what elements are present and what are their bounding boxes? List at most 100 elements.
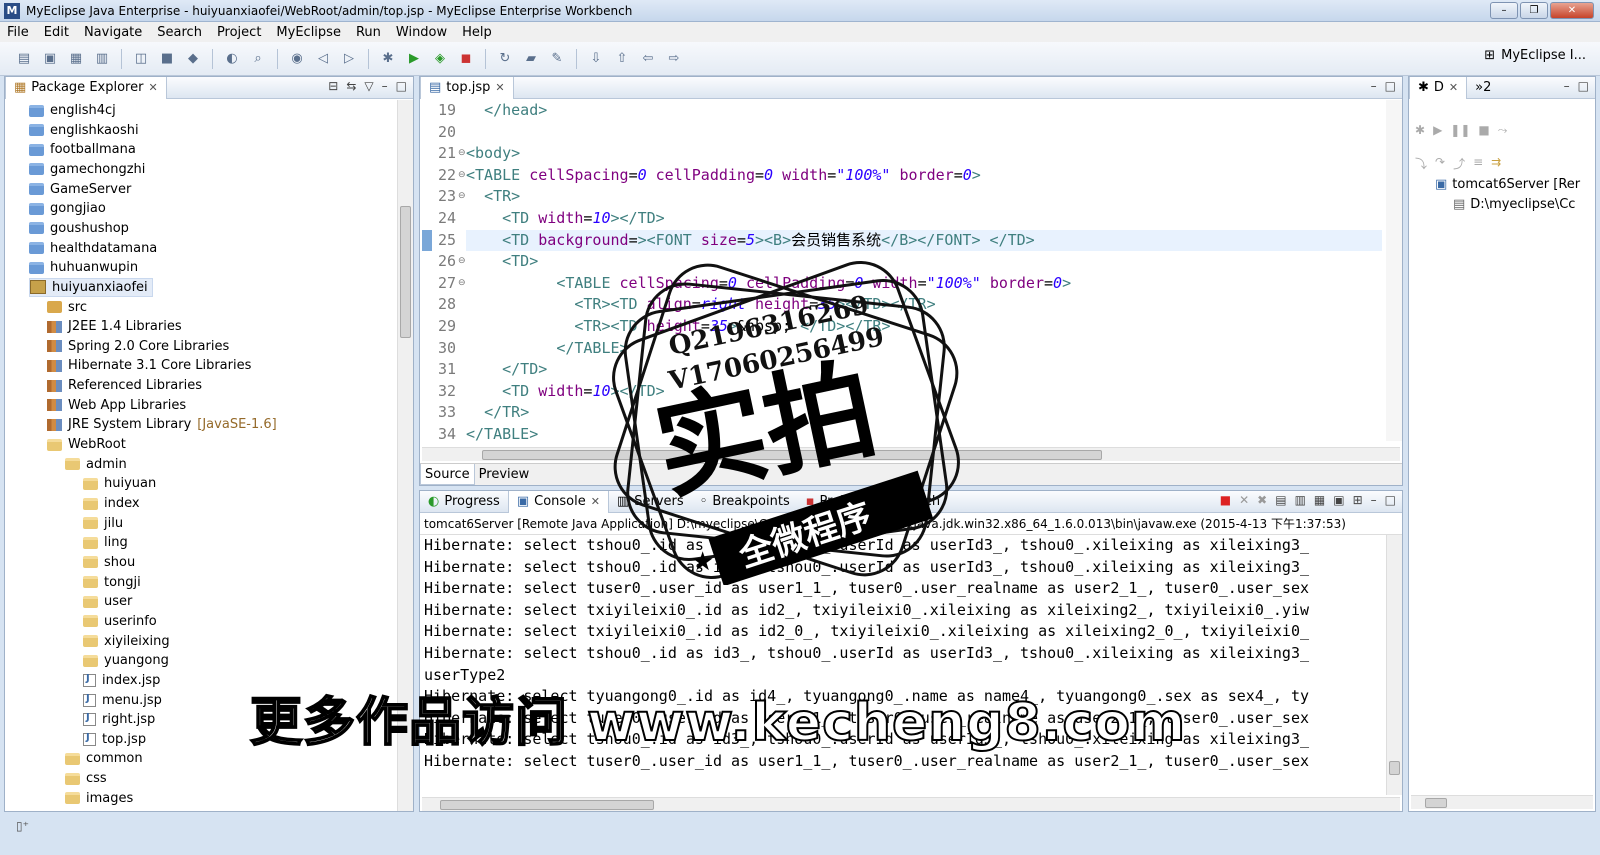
menu-run[interactable]: Run <box>349 25 389 40</box>
step-filters-icon[interactable]: ⇉ <box>1491 155 1501 172</box>
forward-icon[interactable]: ⇨ <box>664 50 684 68</box>
tree-item[interactable]: Hibernate 3.1 Core Libraries <box>47 356 251 375</box>
code-line[interactable]: <TABLE cellSpacing=0 cellPadding=0 width… <box>466 273 1382 294</box>
code-editor[interactable]: 19 20 21 ⊖ 22 ⊖ 23 ⊖ 24 25 26 ⊖ 27 ⊖ 28 29 30 31 32 33 34 </… <box>420 100 1402 441</box>
clear-console-icon[interactable]: ▤ <box>1275 493 1286 507</box>
tree-item[interactable]: shou <box>83 553 135 572</box>
minimize-view-icon[interactable]: – <box>1371 79 1377 93</box>
tree-item[interactable]: index.jsp <box>83 671 160 690</box>
tree-item[interactable]: JRE System Library [JavaSE-1.6] <box>47 415 277 434</box>
resume-icon[interactable]: ▶ <box>1433 123 1442 138</box>
menu-myeclipse[interactable]: MyEclipse <box>269 25 349 40</box>
minimize-view-icon[interactable]: – <box>382 79 388 93</box>
code-line[interactable]: </TD> <box>466 359 1382 380</box>
tree-item[interactable]: ling <box>83 533 128 552</box>
remove-terminated-icon[interactable]: ✱ <box>1415 123 1425 138</box>
deploy-icon[interactable]: ■ <box>157 50 177 68</box>
maximize-view-icon[interactable]: □ <box>1385 493 1396 507</box>
open-console-icon[interactable]: ⊞ <box>1353 493 1363 507</box>
close-icon[interactable]: ✕ <box>148 81 157 94</box>
tree-item[interactable]: huhuanwupin <box>29 258 138 277</box>
close-button[interactable]: ✕ <box>1550 2 1594 19</box>
tree-item[interactable]: userinfo <box>83 612 157 631</box>
tab-debug[interactable]: ✱ D ✕ <box>1409 76 1468 99</box>
perspective-switcher[interactable]: ⊞ MyEclipse I... <box>1484 48 1586 63</box>
tree-item[interactable]: Web App Libraries <box>47 396 186 415</box>
minimize-view-icon[interactable]: – <box>1371 493 1377 507</box>
tree-item[interactable]: src <box>47 298 87 317</box>
code-line[interactable] <box>466 122 1382 143</box>
debug-tree-server[interactable]: ▣ tomcat6Server [Rer <box>1435 177 1580 192</box>
menu-window[interactable]: Window <box>389 25 455 40</box>
menu-search[interactable]: Search <box>150 25 210 40</box>
run-external-icon[interactable]: ◈ <box>430 50 450 68</box>
tree-item[interactable]: Spring 2.0 Core Libraries <box>47 337 229 356</box>
pencil-icon[interactable]: ✎ <box>547 50 567 68</box>
next-annotation-icon[interactable]: ⇧ <box>612 50 632 68</box>
tree-item[interactable]: index <box>83 494 140 513</box>
tree-item[interactable]: top.jsp <box>83 730 146 749</box>
code-line[interactable]: <TD> <box>466 251 1382 272</box>
display-console-icon[interactable]: ▣ <box>1333 493 1344 507</box>
view-menu-icon[interactable]: ▽ <box>364 79 373 93</box>
scrollbar-thumb[interactable] <box>482 450 1102 460</box>
tree-item[interactable]: goushushop <box>29 219 129 238</box>
tab-search[interactable]: Search <box>887 491 948 513</box>
collapse-all-icon[interactable]: ⊟ <box>328 79 338 93</box>
minimize-view-icon[interactable]: – <box>1564 79 1570 93</box>
tree-item[interactable]: jilu <box>83 514 123 533</box>
menu-project[interactable]: Project <box>210 25 269 40</box>
console-scrollbar[interactable] <box>1386 535 1402 795</box>
code-line[interactable]: <TR><TD align=right height=35></TD></TR> <box>466 294 1382 315</box>
close-icon[interactable]: ✕ <box>591 495 600 508</box>
pin-console-icon[interactable]: ▦ <box>1314 493 1325 507</box>
scroll-lock-icon[interactable]: ▥ <box>1295 493 1306 507</box>
debug-icon[interactable]: ✱ <box>378 50 398 68</box>
scrollbar-thumb[interactable] <box>440 800 654 810</box>
tab-package-explorer[interactable]: ▦ Package Explorer ✕ <box>5 76 167 99</box>
fold-toggle-icon[interactable]: ⊖ <box>458 170 466 180</box>
tab-source[interactable]: Source <box>420 464 475 485</box>
tree-item[interactable]: common <box>65 749 143 768</box>
maximize-view-icon[interactable]: □ <box>396 79 407 93</box>
suspend-icon[interactable]: ❚❚ <box>1450 123 1470 138</box>
tree-item[interactable]: Referenced Libraries <box>47 376 202 395</box>
fold-toggle-icon[interactable]: ⊖ <box>458 148 466 158</box>
remove-all-icon[interactable]: ✖ <box>1257 493 1267 507</box>
menu-file[interactable]: File <box>0 25 37 40</box>
step-return-icon[interactable]: ⤴ <box>1453 155 1465 172</box>
open-type-icon[interactable]: ◐ <box>222 50 242 68</box>
code-line[interactable]: </TABLE> <box>466 424 1382 441</box>
tree-item[interactable]: huiyuan <box>83 474 156 493</box>
maximize-view-icon[interactable]: □ <box>1578 79 1589 93</box>
code-line[interactable]: </head> <box>466 100 1382 121</box>
tree-item[interactable]: GameServer <box>29 180 131 199</box>
tree-item[interactable]: gongjiao <box>29 199 106 218</box>
open-perspective-icon[interactable]: ⊞ <box>1484 48 1495 63</box>
server-icon[interactable]: ◆ <box>183 50 203 68</box>
tree-item[interactable]: xiyileixing <box>83 632 170 651</box>
minimize-button[interactable]: – <box>1490 2 1518 19</box>
globe-icon[interactable]: ◉ <box>287 50 307 68</box>
editor-scrollbar[interactable] <box>1386 100 1402 441</box>
tab-console[interactable]: ▣ Console ✕ <box>507 490 609 513</box>
scrollbar-thumb[interactable] <box>400 206 411 338</box>
perspective-label[interactable]: MyEclipse I... <box>1501 48 1586 63</box>
code-line[interactable]: <TD background=><FONT size=5><B>会员销售系统</… <box>466 229 1382 251</box>
menu-navigate[interactable]: Navigate <box>77 25 150 40</box>
tree-item[interactable]: englishkaoshi <box>29 121 139 140</box>
scrollbar-thumb[interactable] <box>1425 798 1447 808</box>
close-icon[interactable]: ✕ <box>1449 81 1458 94</box>
code-line[interactable]: <TR><TD height=35>&nbsp; </TD></TR> <box>466 316 1382 337</box>
maximize-view-icon[interactable]: □ <box>1385 79 1396 93</box>
drop-frame-icon[interactable]: ≡ <box>1473 155 1483 172</box>
tree-item[interactable]: J2EE 1.4 Libraries <box>47 317 182 336</box>
tab-servers[interactable]: ▥ Servers <box>609 491 692 513</box>
tab-preview[interactable]: Preview <box>475 464 534 485</box>
terminate-icon[interactable]: ■ <box>1220 493 1231 507</box>
remove-launch-icon[interactable]: ✕ <box>1239 493 1249 507</box>
code-line[interactable]: <TR> <box>466 186 1382 207</box>
step-over-icon[interactable]: ↷ <box>1435 155 1445 172</box>
link-editor-icon[interactable]: ⇆ <box>346 79 356 93</box>
scrollbar-thumb[interactable] <box>1389 761 1400 775</box>
